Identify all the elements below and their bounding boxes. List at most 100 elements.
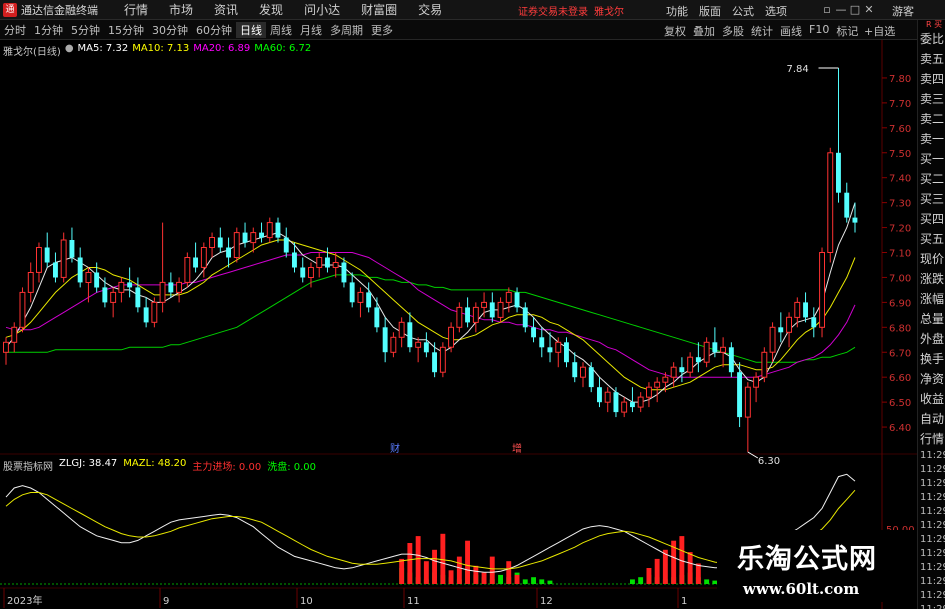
- guest-login-button[interactable]: 游客: [892, 3, 914, 19]
- inflow-bar: [415, 536, 421, 584]
- menu-item-market[interactable]: 市场: [169, 1, 193, 18]
- candle-body: [712, 342, 718, 353]
- period-60min[interactable]: 60分钟: [192, 22, 236, 38]
- sub-legend: 股票指标网 ZLGJ: 38.47 MAZL: 48.20 主力进场: 0.00…: [3, 458, 322, 473]
- candle-body: [159, 281, 166, 303]
- menu-item-functions[interactable]: 功能: [666, 3, 688, 19]
- candle-body: [695, 357, 701, 363]
- inflow-bar: [407, 543, 413, 584]
- candle-body: [374, 307, 380, 328]
- maximize-icon[interactable]: □: [848, 3, 862, 16]
- candle-body: [819, 252, 825, 328]
- wash-bar: [522, 579, 528, 584]
- candle-body: [597, 387, 602, 403]
- side-time: 11:29: [920, 464, 945, 475]
- candle-body: [316, 257, 323, 268]
- login-status-text: 证券交易未登录: [518, 7, 588, 18]
- candle-body: [36, 247, 42, 273]
- event-marker-finance: 财: [390, 442, 400, 455]
- candle-body: [564, 342, 569, 363]
- candle-body: [613, 392, 619, 413]
- inflow-bar: [423, 561, 429, 584]
- app-title: 通达信金融终端: [21, 3, 98, 17]
- tool-draw[interactable]: 画线: [780, 23, 802, 39]
- tool-f10[interactable]: F10: [809, 23, 829, 39]
- tool-adjust[interactable]: 复权: [664, 23, 686, 39]
- period-30min[interactable]: 30分钟: [148, 22, 192, 38]
- candle-body: [531, 327, 536, 338]
- date-label: 1: [681, 596, 687, 607]
- settings-dot-icon[interactable]: ●: [65, 43, 74, 57]
- tool-stats[interactable]: 统计: [751, 23, 773, 39]
- period-monthly[interactable]: 月线: [296, 22, 326, 38]
- main-legend: 雅戈尔(日线) ● MA5: 7.32 MA10: 7.13 MA20: 6.8…: [3, 43, 315, 58]
- tool-mark[interactable]: 标记: [836, 23, 858, 39]
- menu-item-formula[interactable]: 公式: [732, 3, 754, 19]
- side-label: 买三: [920, 192, 945, 206]
- high-label: 7.84: [787, 64, 809, 75]
- candle-body: [514, 292, 520, 308]
- tool-overlay[interactable]: 叠加: [693, 23, 715, 39]
- period-intraday[interactable]: 分时: [0, 22, 30, 38]
- menu-item-discover[interactable]: 发现: [259, 1, 283, 18]
- wash-value: 洗盘: 0.00: [267, 462, 317, 473]
- period-15min[interactable]: 15分钟: [104, 22, 148, 38]
- menu-item-news[interactable]: 资讯: [214, 1, 238, 18]
- wash-bar: [531, 577, 536, 584]
- side-label: 收益: [920, 392, 945, 406]
- candle-body: [242, 232, 248, 243]
- close-icon[interactable]: ✕: [862, 3, 876, 16]
- candle-body: [465, 307, 470, 323]
- watermark: 乐淘公式网 www.60lt.com: [717, 530, 917, 602]
- menu-item-quotes[interactable]: 行情: [124, 1, 148, 18]
- candle-body: [744, 386, 751, 418]
- wash-bar: [630, 579, 635, 584]
- app-logo-icon: 通: [3, 2, 17, 17]
- candle-body: [572, 362, 578, 378]
- inflow-bar: [465, 540, 470, 584]
- period-multi[interactable]: 多周期: [326, 22, 367, 38]
- candle-body: [250, 232, 257, 244]
- candle-body: [110, 291, 117, 303]
- candle-body: [283, 237, 289, 253]
- restore-icon[interactable]: ▫: [820, 3, 834, 16]
- period-1min[interactable]: 1分钟: [30, 22, 67, 38]
- indicator-name[interactable]: 股票指标网: [3, 458, 53, 473]
- candle-body: [226, 247, 231, 258]
- login-status[interactable]: 证券交易未登录 雅戈尔: [518, 3, 624, 18]
- period-5min[interactable]: 5分钟: [67, 22, 104, 38]
- menu-item-wealth[interactable]: 财富圈: [361, 1, 397, 18]
- period-more[interactable]: 更多: [367, 22, 397, 38]
- side-time: 11:29: [920, 478, 945, 489]
- menu-item-ask[interactable]: 问小达: [304, 1, 340, 18]
- side-label: 现价: [920, 252, 945, 266]
- menu-item-options[interactable]: 选项: [765, 3, 787, 19]
- menu-item-trade[interactable]: 交易: [418, 1, 442, 18]
- side-label: 行情: [920, 432, 945, 446]
- candle-body: [811, 317, 817, 328]
- ma5-value: MA5: 7.32: [77, 43, 129, 54]
- period-weekly[interactable]: 周线: [266, 22, 296, 38]
- side-label: 卖三: [920, 92, 945, 106]
- candle-body: [135, 287, 141, 308]
- menu-item-layout[interactable]: 版面: [699, 3, 721, 19]
- date-label: 12: [540, 596, 553, 607]
- side-time: 11:29: [920, 562, 945, 573]
- candle-body: [472, 306, 479, 323]
- wash-bar: [704, 579, 710, 584]
- main-menu: 行情 市场 资讯 发现 问小达 财富圈 交易: [124, 1, 463, 18]
- add-watchlist-button[interactable]: +自选: [864, 23, 895, 39]
- kline-chart[interactable]: 7.846.30财增 7.807.707.607.507.407.307.207…: [0, 40, 917, 609]
- period-daily[interactable]: 日线: [236, 21, 266, 38]
- candle-body: [423, 342, 429, 353]
- price-label: 7.50: [889, 149, 911, 160]
- candle-body: [19, 291, 26, 328]
- candle-body: [94, 272, 100, 288]
- candle-body: [325, 257, 330, 268]
- chart-tools: 复权 叠加 多股 统计 画线 F10 标记: [664, 23, 865, 39]
- candle-body: [200, 247, 207, 268]
- candle-body: [703, 341, 710, 363]
- tool-multistock[interactable]: 多股: [722, 23, 744, 39]
- side-label: 买四: [920, 212, 945, 226]
- minimize-icon[interactable]: —: [834, 3, 848, 16]
